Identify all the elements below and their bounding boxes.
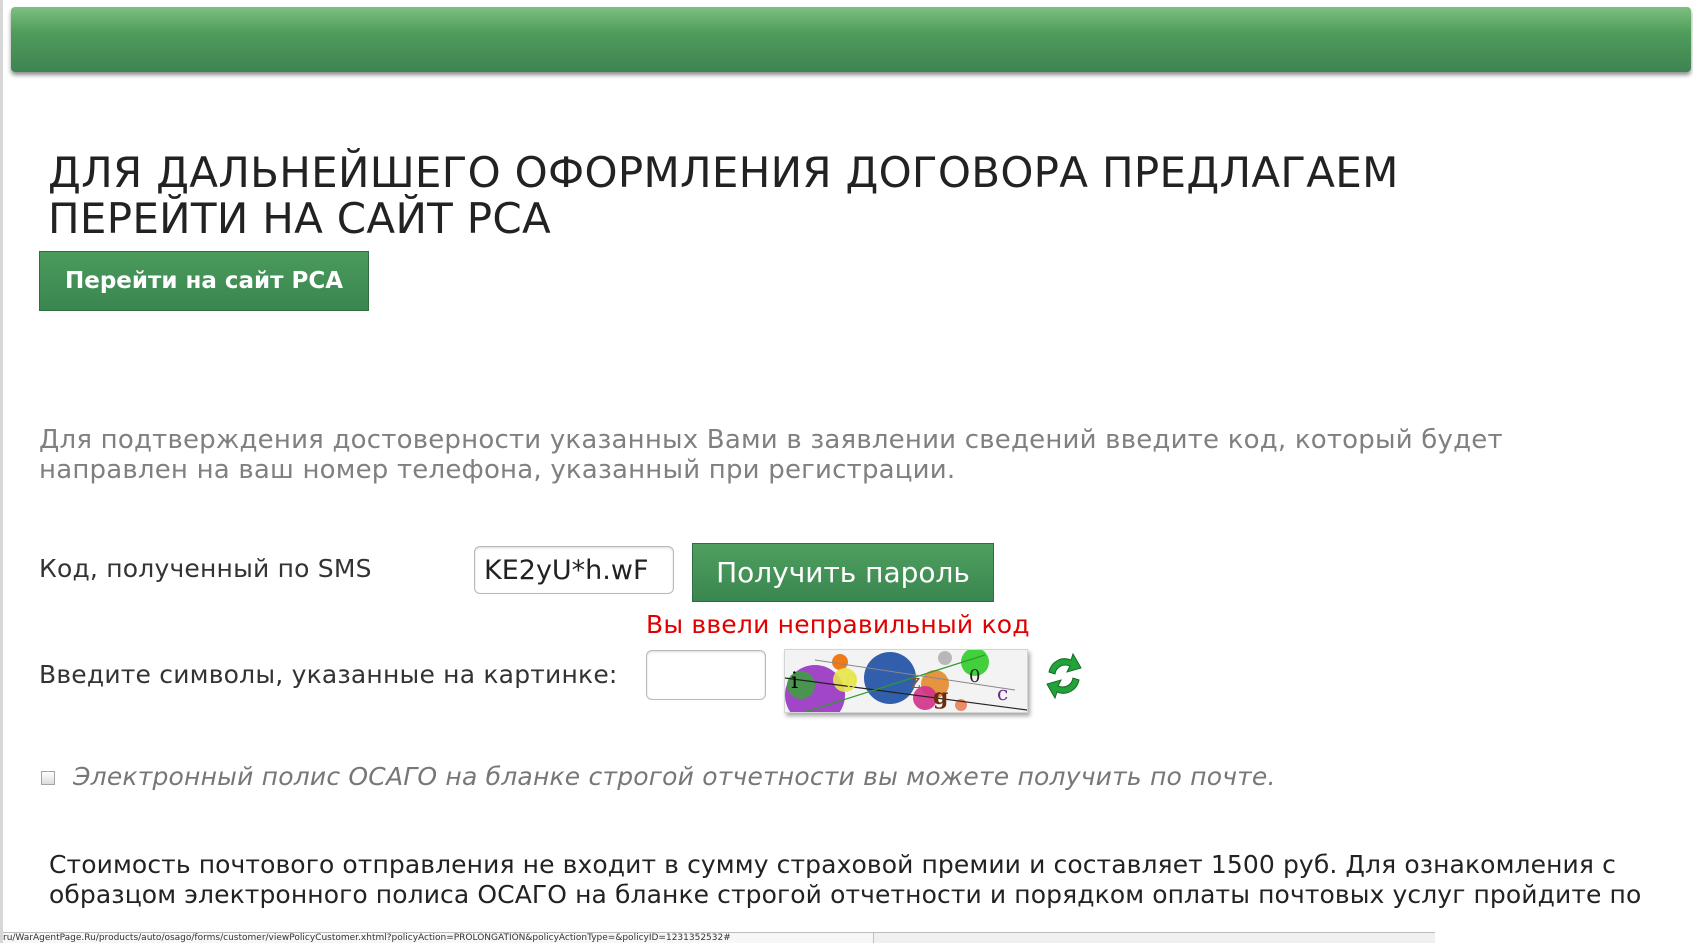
captcha-char: i — [791, 669, 798, 694]
postal-policy-label: Электронный полис ОСАГО на бланке строго… — [73, 762, 1276, 791]
browser-status-bar: ru/WarAgentPage.Ru/products/auto/osago/f… — [3, 932, 1435, 943]
captcha-char: z — [910, 669, 921, 693]
page-title: ДЛЯ ДАЛЬНЕЙШЕГО ОФОРМЛЕНИЯ ДОГОВОРА ПРЕД… — [48, 148, 1399, 243]
refresh-arrows-icon[interactable] — [1043, 650, 1085, 702]
go-to-rsa-button[interactable]: Перейти на сайт РСА — [39, 251, 369, 311]
captcha-label: Введите символы, указанные на картинке: — [39, 660, 618, 689]
get-password-button[interactable]: Получить пароль — [692, 543, 994, 602]
header-bar — [11, 7, 1691, 72]
captcha-char: 0 — [969, 666, 980, 687]
postal-cost-text: Стоимость почтового отправления не входи… — [49, 850, 1642, 909]
sms-code-input[interactable] — [474, 546, 674, 594]
captcha-image: i 0 z g 0 c — [784, 649, 1028, 713]
captcha-char: 0 — [845, 669, 858, 693]
captcha-input[interactable] — [646, 650, 766, 700]
sms-info-text: Для подтверждения достоверности указанны… — [39, 425, 1503, 485]
captcha-char: c — [997, 681, 1008, 705]
sms-error-message: Вы ввели неправильный код — [646, 610, 1030, 639]
postal-policy-checkbox[interactable] — [41, 771, 55, 785]
page: ДЛЯ ДАЛЬНЕЙШЕГО ОФОРМЛЕНИЯ ДОГОВОРА ПРЕД… — [0, 0, 1693, 943]
status-url: ru/WarAgentPage.Ru/products/auto/osago/f… — [3, 933, 874, 943]
captcha-graphic: i 0 z g 0 c — [785, 650, 1027, 712]
sms-code-label: Код, полученный по SMS — [39, 554, 372, 583]
captcha-char: g — [933, 684, 948, 710]
